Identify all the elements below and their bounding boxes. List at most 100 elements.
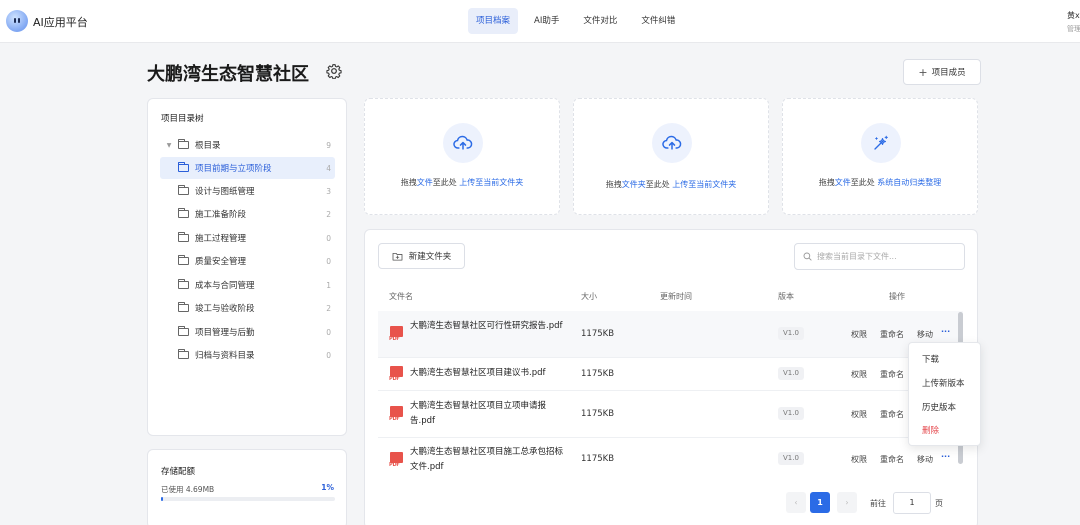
move-button[interactable]: 移动 (917, 329, 933, 340)
tree-item-label: 设计与图纸管理 (195, 187, 255, 197)
tree-item-label: 施工准备阶段 (195, 210, 247, 220)
nav-tab-ai-assistant[interactable]: AI助手 (526, 8, 567, 34)
more-options-icon[interactable]: ··· (941, 452, 950, 461)
auto-classify-dropzone[interactable]: 拖拽文件至此处 系统自动归类整理 (782, 98, 978, 215)
pagination-prev-button[interactable]: ‹ (786, 492, 806, 513)
tree-item[interactable]: 项目前期与立项阶段 4 (160, 157, 335, 179)
folder-icon (178, 185, 189, 195)
column-header-name: 文件名 (389, 292, 413, 301)
rename-button[interactable]: 重命名 (880, 329, 904, 340)
nav-tab-file-compare[interactable]: 文件对比 (575, 8, 625, 34)
upload-files-dropzone[interactable]: 拖拽文件至此处 上传至当前文件夹 (364, 98, 560, 215)
more-options-icon[interactable]: ··· (941, 327, 950, 336)
tree-item-root[interactable]: ▼ 根目录 9 (160, 134, 335, 156)
caret-down-icon[interactable]: ▼ (164, 142, 174, 149)
nav-tab-project-archive[interactable]: 项目档案 (468, 8, 519, 34)
file-name[interactable]: 大鹏湾生态智慧社区项目立项申请报告.pdf (410, 399, 565, 429)
folder-icon (178, 279, 189, 289)
file-version-badge: V1.0 (778, 367, 804, 380)
file-row[interactable]: PDF 大鹏湾生态智慧社区项目立项申请报告.pdf 1175KB V1.0 权限… (378, 391, 963, 438)
auto-classify-link[interactable]: 系统自动归类整理 (877, 178, 941, 187)
file-version-badge: V1.0 (778, 327, 804, 340)
file-row[interactable]: PDF 大鹏湾生态智慧社区项目建议书.pdf 1175KB V1.0 权限 重命… (378, 358, 963, 391)
upload-hint-object: 文件 (834, 178, 851, 187)
app-title: AI应用平台 (33, 16, 88, 29)
upload-hint-middle: 至此处 (432, 178, 457, 187)
folder-icon (178, 139, 189, 149)
app-logo-icon[interactable] (6, 10, 28, 32)
column-header-actions: 操作 (889, 292, 905, 301)
user-name: 黄x (1067, 11, 1080, 20)
file-version-badge: V1.0 (778, 407, 804, 420)
file-name[interactable]: 大鹏湾生态智慧社区项目施工总承包招标文件.pdf (410, 445, 565, 475)
upload-hint-middle: 至此处 (850, 178, 875, 187)
tree-item-count: 2 (326, 209, 331, 219)
pagination-next-button[interactable]: › (837, 492, 857, 513)
tree-item-label: 质量安全管理 (195, 257, 247, 267)
storage-percent: 1% (321, 483, 334, 492)
tree-item[interactable]: 项目管理与后勤 0 (160, 321, 335, 343)
file-name[interactable]: 大鹏湾生态智慧社区可行性研究报告.pdf (410, 319, 565, 334)
goto-page-input[interactable]: 1 (893, 492, 931, 514)
file-row[interactable]: PDF 大鹏湾生态智慧社区项目施工总承包招标文件.pdf 1175KB V1.0… (378, 438, 963, 482)
menu-item-version-history[interactable]: 历史版本 (922, 401, 956, 413)
file-search-input[interactable] (817, 252, 957, 261)
goto-label: 前往 (870, 499, 886, 508)
storage-progress-bar (161, 497, 335, 501)
page-title: 大鹏湾生态智慧社区 (147, 64, 309, 85)
tree-item[interactable]: 成本与合同管理 1 (160, 274, 335, 296)
tree-item-label: 成本与合同管理 (195, 281, 255, 291)
permission-button[interactable]: 权限 (851, 454, 867, 465)
tree-item-count: 0 (326, 233, 331, 243)
directory-tree-panel: 项目目录树 ▼ 根目录 9 项目前期与立项阶段 4 设计与图纸管理 3 施工准备… (147, 98, 347, 436)
menu-item-delete[interactable]: 删除 (922, 424, 939, 436)
upload-hint-middle: 至此处 (645, 180, 670, 189)
tree-item-label: 归档与资料目录 (195, 351, 255, 361)
file-size: 1175KB (581, 454, 615, 464)
main-nav: 项目档案 AI助手 文件对比 文件纠错 (468, 8, 683, 34)
new-folder-button[interactable]: 新建文件夹 (378, 243, 465, 269)
tree-item[interactable]: 质量安全管理 0 (160, 250, 335, 272)
storage-title: 存储配额 (161, 467, 196, 477)
tree-item-count: 1 (326, 280, 331, 290)
rename-button[interactable]: 重命名 (880, 454, 904, 465)
tree-item[interactable]: 施工过程管理 0 (160, 227, 335, 249)
tree-item[interactable]: 归档与资料目录 0 (160, 344, 335, 366)
tree-item[interactable]: 竣工与验收阶段 2 (160, 297, 335, 319)
project-members-button[interactable]: + 项目成员 (903, 59, 981, 85)
file-row[interactable]: PDF 大鹏湾生态智慧社区可行性研究报告.pdf 1175KB V1.0 权限 … (378, 311, 963, 358)
file-name[interactable]: 大鹏湾生态智慧社区项目建议书.pdf (410, 366, 600, 381)
upload-folder-dropzone[interactable]: 拖拽文件夹至此处 上传至当前文件夹 (573, 98, 769, 215)
upload-to-current-folder-link[interactable]: 上传至当前文件夹 (459, 178, 523, 187)
rename-button[interactable]: 重命名 (880, 369, 904, 380)
tree-item-label: 项目前期与立项阶段 (195, 164, 272, 174)
tree-item-count: 4 (326, 163, 331, 173)
tree-item-count: 9 (326, 140, 331, 150)
permission-button[interactable]: 权限 (851, 409, 867, 420)
folder-icon (178, 232, 189, 242)
upload-hint-object: 文件 (416, 178, 433, 187)
tree-item-label: 竣工与验收阶段 (195, 304, 255, 314)
tree-item[interactable]: 施工准备阶段 2 (160, 203, 335, 225)
upload-to-current-folder-link[interactable]: 上传至当前文件夹 (672, 180, 736, 189)
search-icon (803, 252, 812, 261)
user-role: 管理 (1067, 25, 1080, 33)
rename-button[interactable]: 重命名 (880, 409, 904, 420)
file-search-box[interactable] (794, 243, 965, 270)
permission-button[interactable]: 权限 (851, 329, 867, 340)
move-button[interactable]: 移动 (917, 454, 933, 465)
storage-quota-panel: 存储配额 已使用 4.69MB 1% (147, 449, 347, 525)
column-header-size: 大小 (581, 292, 597, 301)
tree-item[interactable]: 设计与图纸管理 3 (160, 180, 335, 202)
nav-tab-file-correction[interactable]: 文件纠错 (633, 8, 683, 34)
tree-item-label: 项目管理与后勤 (195, 328, 255, 338)
file-size: 1175KB (581, 329, 615, 339)
menu-item-upload-new-version[interactable]: 上传新版本 (922, 377, 965, 389)
storage-progress-fill (161, 497, 163, 501)
gear-icon[interactable] (326, 63, 342, 79)
pagination-page-current[interactable]: 1 (810, 492, 830, 513)
upload-hint-object: 文件夹 (621, 180, 646, 189)
user-info[interactable]: 黄x 管理 (1067, 10, 1080, 34)
menu-item-download[interactable]: 下载 (922, 353, 939, 365)
permission-button[interactable]: 权限 (851, 369, 867, 380)
